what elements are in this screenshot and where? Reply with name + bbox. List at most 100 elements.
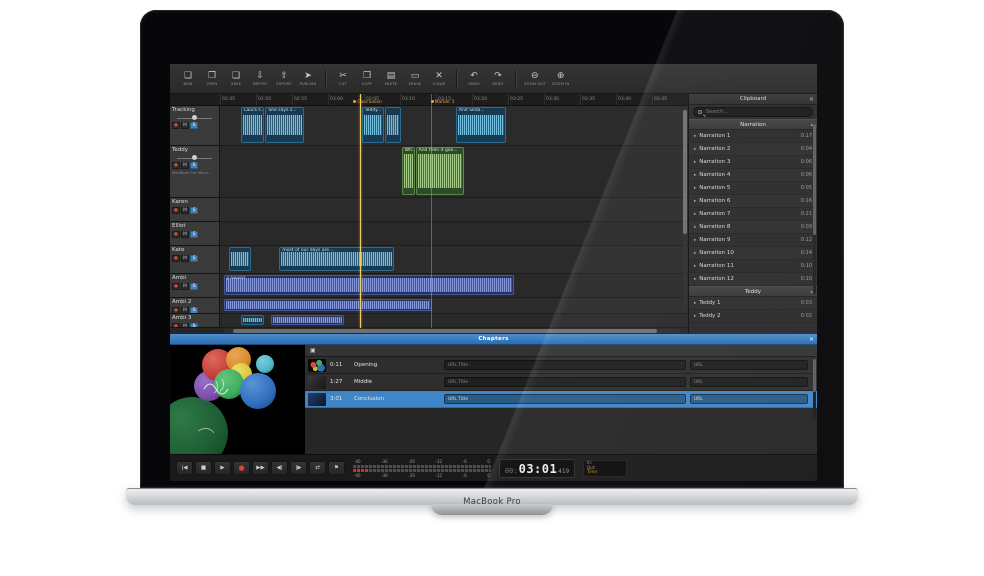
track-lane[interactable]: most of our days are ... bbox=[220, 246, 688, 274]
toolbar-zoom-in-button[interactable]: ⊕ZOOM IN bbox=[549, 64, 573, 93]
chapter-row-middle[interactable]: 1:27MiddleURL TitleURL bbox=[305, 374, 817, 391]
play-item-icon[interactable]: ▸ bbox=[694, 301, 696, 306]
play-item-icon[interactable]: ▸ bbox=[694, 225, 696, 230]
close-icon[interactable]: ✕ bbox=[809, 335, 814, 344]
record-arm-button[interactable]: ● bbox=[172, 283, 180, 290]
play-item-icon[interactable]: ▸ bbox=[694, 251, 696, 256]
audio-clip[interactable] bbox=[385, 107, 401, 143]
record-arm-button[interactable]: ● bbox=[172, 122, 180, 129]
track-lane[interactable]: y Sound bbox=[220, 274, 688, 298]
volume-slider[interactable] bbox=[173, 155, 216, 161]
track-lane[interactable] bbox=[220, 314, 688, 328]
url-title-field[interactable]: URL Title bbox=[444, 360, 686, 370]
play-item-icon[interactable]: ▸ bbox=[694, 212, 696, 217]
track-header-elliot[interactable]: Elliot●MS bbox=[170, 222, 220, 246]
audio-clip[interactable]: Teddy... bbox=[362, 107, 384, 143]
chapters-scrollbar[interactable] bbox=[813, 359, 816, 419]
audio-clip[interactable] bbox=[224, 299, 432, 311]
record-arm-button[interactable]: ● bbox=[172, 307, 180, 314]
track-header-kate[interactable]: Kate●MS bbox=[170, 246, 220, 274]
clipboard-item[interactable]: ▸Narration 90:12 bbox=[689, 234, 817, 247]
play-item-icon[interactable]: ▸ bbox=[694, 147, 696, 152]
solo-button[interactable]: S bbox=[190, 231, 198, 238]
record-arm-button[interactable]: ● bbox=[172, 162, 180, 169]
stop-button[interactable]: ■ bbox=[195, 461, 212, 475]
horizontal-scrollbar[interactable] bbox=[224, 329, 680, 333]
mute-button[interactable]: M bbox=[181, 122, 189, 129]
previous-marker-button[interactable]: ◀| bbox=[271, 461, 288, 475]
chapter-row-conclusion[interactable]: 3:01ConclusionURL TitleURL bbox=[305, 391, 817, 408]
clipboard-item[interactable]: ▸Narration 80:09 bbox=[689, 221, 817, 234]
track-lane[interactable] bbox=[220, 298, 688, 314]
solo-button[interactable]: S bbox=[190, 207, 198, 214]
toolbar-cut-button[interactable]: ✂CUT bbox=[331, 64, 355, 93]
clipboard-item[interactable]: ▸Narration 70:21 bbox=[689, 208, 817, 221]
toolbar-redo-button[interactable]: ↷REDO bbox=[486, 64, 510, 93]
play-item-icon[interactable]: ▸ bbox=[694, 277, 696, 282]
add-marker-button[interactable]: ⚑ bbox=[328, 461, 345, 475]
play-button[interactable]: ▶ bbox=[214, 461, 231, 475]
track-header-teddy[interactable]: Teddy●MSMacBook Pro Micro... bbox=[170, 146, 220, 198]
toolbar-publish-button[interactable]: ➤PUBLISH bbox=[296, 64, 320, 93]
toolbar-zoom-out-button[interactable]: ⊖ZOOM OUT bbox=[521, 64, 549, 93]
record-arm-button[interactable]: ● bbox=[172, 255, 180, 262]
track-header-ambi[interactable]: Ambi●MS bbox=[170, 274, 220, 298]
clipboard-item[interactable]: ▸Narration 100:14 bbox=[689, 247, 817, 260]
toolbar-new-button[interactable]: ❏NEW bbox=[176, 64, 200, 93]
go-to-start-button[interactable]: |◀ bbox=[176, 461, 193, 475]
clipboard-search[interactable] bbox=[693, 107, 813, 117]
clipboard-item[interactable]: ▸Narration 30:06 bbox=[689, 156, 817, 169]
audio-clip[interactable]: And Seda... bbox=[456, 107, 507, 143]
audio-clip[interactable]: Wh... bbox=[402, 147, 415, 195]
toolbar-export-button[interactable]: ⇧EXPORT bbox=[272, 64, 296, 93]
vertical-scrollbar[interactable] bbox=[683, 110, 687, 310]
url-field[interactable]: URL bbox=[690, 360, 808, 370]
track-header-ambi-3[interactable]: Ambi 3●MS bbox=[170, 314, 220, 328]
clipboard-group-narration[interactable]: Narration▴ bbox=[689, 119, 817, 130]
toolbar-paste-button[interactable]: ▤PASTE bbox=[379, 64, 403, 93]
audio-clip[interactable]: y Sound bbox=[224, 275, 514, 295]
solo-button[interactable]: S bbox=[190, 283, 198, 290]
record-arm-button[interactable]: ● bbox=[172, 231, 180, 238]
solo-button[interactable]: S bbox=[190, 255, 198, 262]
clipboard-item[interactable]: ▸Narration 40:06 bbox=[689, 169, 817, 182]
toolbar-copy-button[interactable]: ❒COPY bbox=[355, 64, 379, 93]
audio-clip[interactable] bbox=[241, 315, 264, 325]
mute-button[interactable]: M bbox=[181, 207, 189, 214]
toolbar-undo-button[interactable]: ↶UNDO bbox=[462, 64, 486, 93]
track-lane[interactable]: Laura s...She says s...Teddy...And Seda.… bbox=[220, 106, 688, 146]
clipboard-item[interactable]: ▸Teddy 10:03 bbox=[689, 297, 817, 310]
track-lane[interactable]: Wh...And then it goe... bbox=[220, 146, 688, 198]
mute-button[interactable]: M bbox=[181, 307, 189, 314]
record-arm-button[interactable]: ● bbox=[172, 207, 180, 214]
audio-clip[interactable]: And then it goe... bbox=[416, 147, 465, 195]
track-header-karen[interactable]: Karen●MS bbox=[170, 198, 220, 222]
mute-button[interactable]: M bbox=[181, 283, 189, 290]
url-field[interactable]: URL bbox=[690, 377, 808, 387]
close-icon[interactable]: ✕ bbox=[809, 95, 814, 104]
track-header-tracking[interactable]: Tracking●MS bbox=[170, 106, 220, 146]
mute-button[interactable]: M bbox=[181, 323, 189, 328]
play-item-icon[interactable]: ▸ bbox=[694, 173, 696, 178]
clipboard-item[interactable]: ▸Narration 60:16 bbox=[689, 195, 817, 208]
play-item-icon[interactable]: ▸ bbox=[694, 160, 696, 165]
url-title-field[interactable]: URL Title bbox=[444, 394, 686, 404]
loop-button[interactable]: ⇄ bbox=[309, 461, 326, 475]
play-item-icon[interactable]: ▸ bbox=[694, 264, 696, 269]
play-item-icon[interactable]: ▸ bbox=[694, 134, 696, 139]
play-item-icon[interactable]: ▸ bbox=[694, 199, 696, 204]
mute-button[interactable]: M bbox=[181, 162, 189, 169]
toolbar-save-button[interactable]: ❑SAVE bbox=[224, 64, 248, 93]
solo-button[interactable]: S bbox=[190, 307, 198, 314]
volume-slider-knob[interactable] bbox=[192, 155, 197, 160]
audio-clip[interactable]: She says s... bbox=[265, 107, 303, 143]
record-button[interactable]: ● bbox=[233, 461, 250, 475]
solo-button[interactable]: S bbox=[190, 162, 198, 169]
vertical-scrollbar-thumb[interactable] bbox=[683, 110, 687, 234]
url-field[interactable]: URL bbox=[690, 394, 808, 404]
toolbar-erase-button[interactable]: ▭ERASE bbox=[403, 64, 427, 93]
toolbar-open-button[interactable]: ❐OPEN bbox=[200, 64, 224, 93]
audio-clip[interactable] bbox=[271, 315, 344, 325]
next-marker-button[interactable]: |▶ bbox=[290, 461, 307, 475]
play-item-icon[interactable]: ▸ bbox=[694, 314, 696, 319]
